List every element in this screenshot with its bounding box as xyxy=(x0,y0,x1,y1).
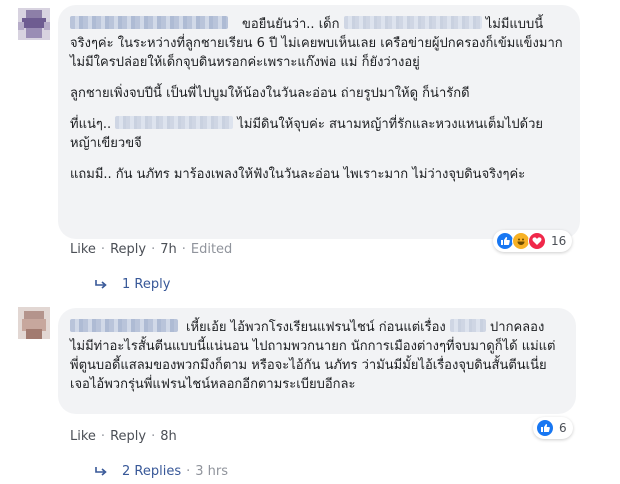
comment-text: ที่แน่ๆ.. xyxy=(70,117,112,132)
comment-text: ขอยืนยันว่า.. เด็ก xyxy=(242,17,340,32)
replies-time: 3 hrs xyxy=(195,464,229,479)
view-replies-link[interactable]: 1 Reply xyxy=(94,277,170,292)
comment-paragraph: ลูกชายเพิ่งจบปีนี้ เป็นพี่ไปบูมให้น้องใน… xyxy=(70,84,566,103)
comment-text: แถมมี.. กัน นภัทร มาร้องเพลงให้ฟังในวันล… xyxy=(70,167,526,182)
separator-dot: · xyxy=(151,429,156,444)
view-replies-link[interactable]: 2 Replies · 3 hrs xyxy=(94,464,228,479)
redacted-text xyxy=(115,116,234,129)
love-reaction-icon xyxy=(528,232,546,250)
avatar[interactable] xyxy=(18,307,50,339)
avatar[interactable] xyxy=(18,8,50,40)
comment-paragraph: แถมมี.. กัน นภัทร มาร้องเพลงให้ฟังในวันล… xyxy=(70,165,566,184)
separator-dot: · xyxy=(181,242,186,257)
comment-text: ลูกชายเพิ่งจบปีนี้ เป็นพี่ไปบูมให้น้องใน… xyxy=(70,86,470,101)
reply-link[interactable]: Reply xyxy=(110,242,146,257)
reaction-summary[interactable]: 16 xyxy=(493,230,573,252)
reply-link[interactable]: Reply xyxy=(110,429,146,444)
separator-dot: · xyxy=(186,464,191,479)
separator-dot: · xyxy=(100,242,106,257)
edited-label[interactable]: Edited xyxy=(191,242,232,257)
author-name[interactable] xyxy=(70,319,178,332)
like-link[interactable]: Like xyxy=(70,429,96,444)
redacted-text xyxy=(449,319,486,332)
comment-text: เหี้ยเอ้ย ไอ้พวกโรงเรียนแฟรนไชน์ ก่อนแต่… xyxy=(186,320,446,335)
reply-arrow-icon xyxy=(94,466,108,478)
author-name[interactable] xyxy=(70,16,228,29)
comment-actions: Like · Reply · 8h xyxy=(70,429,177,444)
replies-count-label[interactable]: 2 Replies xyxy=(122,464,181,479)
reaction-summary[interactable]: 6 xyxy=(533,417,573,439)
like-reaction-icon xyxy=(536,419,554,437)
reaction-count: 16 xyxy=(551,234,567,248)
like-link[interactable]: Like xyxy=(70,242,96,257)
comment-bubble: เหี้ยเอ้ย ไอ้พวกโรงเรียนแฟรนไชน์ ก่อนแต่… xyxy=(58,308,576,414)
reaction-count: 6 xyxy=(559,421,567,435)
redacted-text xyxy=(343,16,482,29)
reply-arrow-icon xyxy=(94,279,108,291)
separator-dot: · xyxy=(100,429,106,444)
comment-paragraph: ที่แน่ๆ.. ไม่มีดินให้จุบค่ะ สนามหญ้าที่ร… xyxy=(70,115,566,153)
comment-bubble: ขอยืนยันว่า.. เด็ก ไม่มีแบบนี้จริงๆค่ะ ใ… xyxy=(58,5,580,239)
comment-paragraph: เหี้ยเอ้ย ไอ้พวกโรงเรียนแฟรนไชน์ ก่อนแต่… xyxy=(70,318,562,394)
comment-paragraph: ขอยืนยันว่า.. เด็ก ไม่มีแบบนี้จริงๆค่ะ ใ… xyxy=(70,15,566,72)
separator-dot: · xyxy=(151,242,156,257)
timestamp-link[interactable]: 7h xyxy=(160,242,177,257)
replies-count-label[interactable]: 1 Reply xyxy=(122,277,170,292)
comment-actions: Like · Reply · 7h · Edited xyxy=(70,242,232,257)
timestamp-link[interactable]: 8h xyxy=(160,429,177,444)
